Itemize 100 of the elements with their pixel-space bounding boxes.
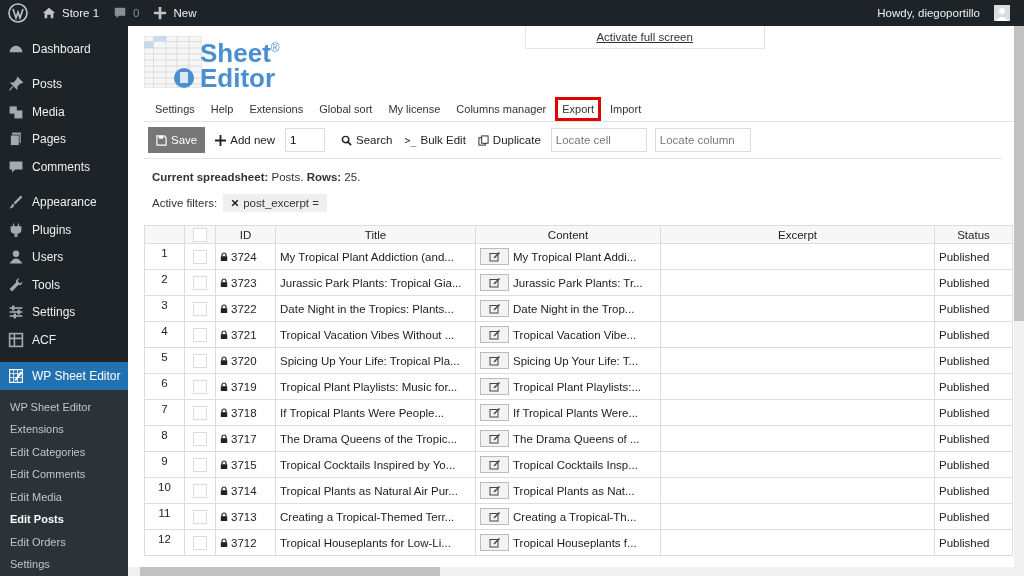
logo-text: Editor [200,65,277,91]
table-cell: Tropical Vacation Vibes Without ... [276,322,476,347]
search-button[interactable]: Search [339,134,395,146]
site-name-link[interactable]: Store 1 [62,7,100,19]
comment-icon[interactable] [113,6,128,20]
sliders-icon [8,304,24,321]
menu-item[interactable]: Settings [148,96,202,121]
row-checkbox[interactable] [193,353,207,368]
table-cell: Creating a Tropical-Themed Terr... [276,504,476,529]
edit-button[interactable] [480,326,509,343]
submenu-item[interactable]: WP Sheet Editor [0,395,128,418]
home-icon[interactable] [42,6,56,20]
column-header[interactable]: Excerpt [661,226,935,243]
sidebar-item[interactable]: Appearance [0,188,128,216]
row-checkbox[interactable] [193,483,207,498]
edit-button[interactable] [480,378,509,395]
content-cell: Creating a Tropical-Th... [476,504,661,529]
sidebar-item[interactable]: Plugins [0,216,128,244]
new-link[interactable]: New [173,7,197,19]
pin-icon [8,76,24,93]
locate-column-field[interactable]: Locate column [654,128,751,152]
row-checkbox[interactable] [193,535,207,550]
content-cell: My Tropical Plant Addi... [476,244,661,269]
lock-icon [220,537,228,548]
lock-icon [220,303,228,314]
select-all-checkbox[interactable] [193,227,207,242]
user-greeting[interactable]: Howdy, diegoportillo [877,7,980,19]
edit-button[interactable] [480,456,509,473]
sidebar-item[interactable]: Users [0,243,128,271]
wrench-icon [8,276,24,293]
row-number: 3 [145,296,185,321]
edit-button[interactable] [480,430,509,447]
edit-icon [488,407,501,418]
table-cell: Published [935,478,1013,503]
bulk-edit-button[interactable]: >_ Bulk Edit [402,134,468,146]
column-header[interactable]: Title [276,226,476,243]
submenu-item[interactable]: Settings [0,553,128,576]
menu-item[interactable]: Global sort [312,96,380,121]
submenu-item[interactable]: Extensions [0,418,128,441]
edit-button[interactable] [480,352,509,369]
add-new-button[interactable]: Add new [213,134,277,146]
edit-button[interactable] [480,482,509,499]
vertical-scrollbar[interactable] [1014,26,1024,576]
row-checkbox[interactable] [193,431,207,446]
sidebar-item[interactable]: Comments [0,153,128,181]
row-checkbox[interactable] [193,509,207,524]
submenu-item[interactable]: Edit Media [0,485,128,508]
column-header[interactable]: Content [476,226,661,243]
submenu-item[interactable]: Edit Categories [0,440,128,463]
spreadsheet-summary: Current spreadsheet: Posts. Rows: 25. [152,171,362,183]
sidebar-item[interactable]: Tools [0,271,128,299]
menu-item[interactable]: Import [603,96,649,121]
menu-item[interactable]: Export [555,96,602,121]
id-cell: 3714 [216,478,276,503]
sidebar-item[interactable]: WP Sheet Editor [0,361,128,390]
sidebar-item[interactable]: Dashboard [0,35,128,63]
table-cell: Jurassic Park Plants: Tropical Gia... [276,270,476,295]
menu-item[interactable]: Columns manager [449,96,554,121]
submenu-item[interactable]: Edit Comments [0,463,128,486]
row-checkbox[interactable] [193,379,207,394]
lock-icon [220,485,228,496]
plus-icon[interactable] [153,6,168,20]
table-cell: Spicing Up Your Life: Tropical Pla... [276,348,476,373]
column-header[interactable]: Status [935,226,1013,243]
sidebar-item[interactable]: Media [0,98,128,126]
row-checkbox[interactable] [193,275,207,290]
edit-button[interactable] [480,534,509,551]
edit-button[interactable] [480,404,509,421]
row-count-field[interactable]: 1 [285,128,325,152]
filter-chip[interactable]: post_excerpt = [223,194,327,212]
wordpress-logo-icon[interactable] [8,3,28,23]
comment-count: 0 [133,7,140,19]
edit-button[interactable] [480,248,509,265]
menu-item[interactable]: My license [381,96,448,121]
duplicate-button[interactable]: Duplicate [475,134,543,146]
horizontal-scrollbar[interactable] [128,567,1014,576]
edit-button[interactable] [480,300,509,317]
row-checkbox[interactable] [193,405,207,420]
locate-cell-field[interactable]: Locate cell [550,128,647,152]
menu-item[interactable]: Extensions [242,96,311,121]
sidebar-item[interactable]: Posts [0,70,128,98]
row-checkbox[interactable] [193,327,207,342]
fullscreen-link[interactable]: Activate full screen [596,31,693,43]
edit-button[interactable] [480,508,509,525]
save-button[interactable]: Save [148,127,206,153]
row-checkbox[interactable] [193,301,207,316]
row-number: 11 [145,504,185,529]
row-checkbox[interactable] [193,457,207,472]
submenu-item[interactable]: Edit Orders [0,530,128,553]
menu-item[interactable]: Help [203,96,241,121]
edit-button[interactable] [480,274,509,291]
sidebar-item[interactable]: Settings [0,298,128,326]
id-cell: 3719 [216,374,276,399]
row-checkbox[interactable] [193,249,207,264]
column-header[interactable]: ID [216,226,276,243]
sidebar-item[interactable]: Pages [0,125,128,153]
submenu-item[interactable]: Edit Posts [0,508,128,531]
sidebar-item[interactable]: ACF [0,326,128,354]
edit-icon [488,511,501,522]
table-cell: Published [935,504,1013,529]
